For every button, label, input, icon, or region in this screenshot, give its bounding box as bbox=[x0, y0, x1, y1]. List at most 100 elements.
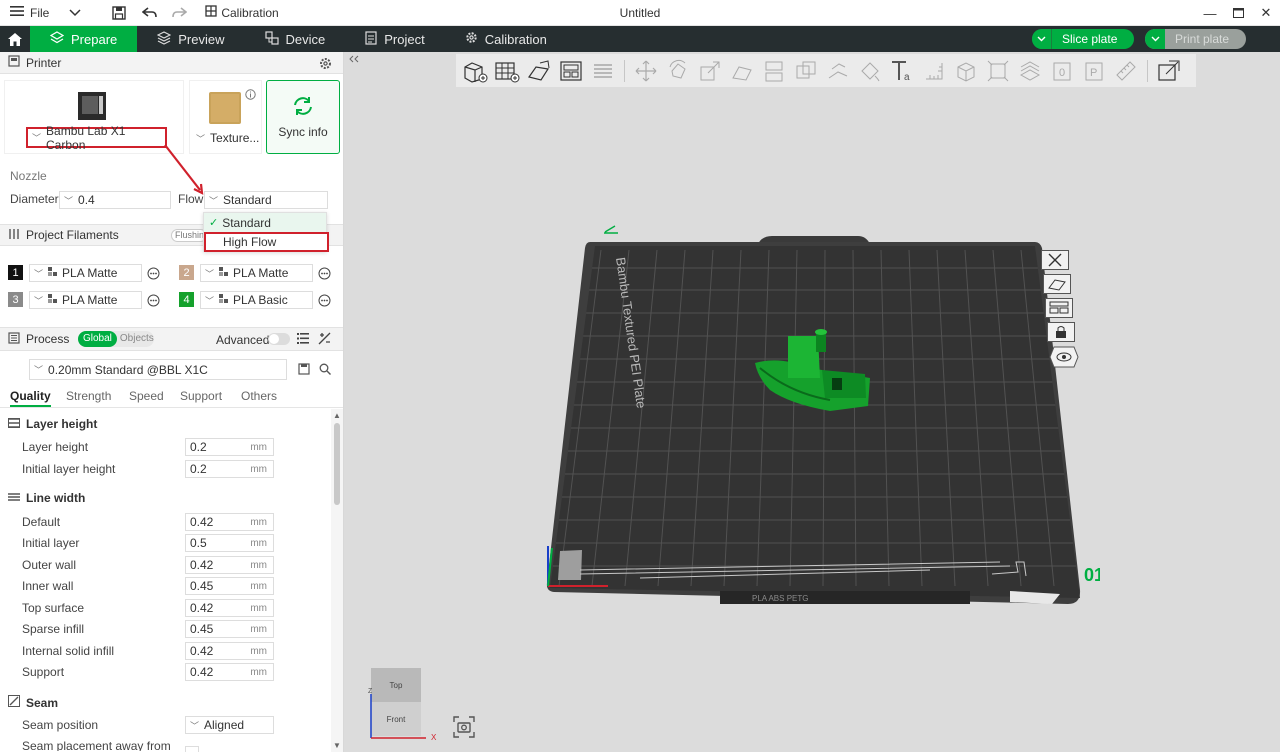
line-width-initial-layer-input[interactable]: 0.5 mm bbox=[185, 534, 274, 552]
save-preset-icon[interactable] bbox=[298, 363, 310, 378]
flow-select[interactable]: ﹀ Standard bbox=[204, 191, 328, 209]
move-icon[interactable] bbox=[631, 57, 661, 85]
camera-view-icon[interactable] bbox=[452, 715, 476, 742]
line-width-icon bbox=[8, 491, 20, 505]
flushing-volumes-button[interactable]: Flushin bbox=[171, 229, 207, 242]
process-preset-select[interactable]: ﹀ 0.20mm Standard @BBL X1C bbox=[29, 359, 287, 380]
layer-range-icon[interactable] bbox=[1015, 57, 1045, 85]
initial-layer-height-input[interactable]: 0.2 mm bbox=[185, 460, 274, 478]
home-icon[interactable] bbox=[0, 26, 30, 52]
flow-option-standard[interactable]: ✓ Standard bbox=[204, 213, 326, 232]
assembly-view-icon[interactable] bbox=[1154, 57, 1184, 85]
variable-layer-icon[interactable]: 0 bbox=[1047, 57, 1077, 85]
plate-settings-icon[interactable]: P bbox=[1079, 57, 1109, 85]
more-options-icon[interactable] bbox=[318, 267, 331, 283]
text-tool-icon[interactable]: a bbox=[887, 57, 917, 85]
settings-gear-icon[interactable] bbox=[319, 57, 332, 73]
tab-strength[interactable]: Strength bbox=[66, 389, 111, 403]
arrange-plate-icon[interactable] bbox=[1045, 298, 1073, 321]
add-plate-icon[interactable] bbox=[492, 57, 522, 85]
seam-position-select[interactable]: ﹀ Aligned bbox=[185, 716, 274, 734]
auto-orient-icon[interactable] bbox=[524, 57, 554, 85]
list-icon[interactable] bbox=[297, 333, 309, 347]
scrollbar[interactable]: ▲ ▼ bbox=[331, 409, 343, 752]
auto-orient-plate-icon[interactable] bbox=[1043, 274, 1071, 297]
chevron-down-icon[interactable] bbox=[1032, 29, 1052, 49]
scrollbar-thumb[interactable] bbox=[334, 423, 340, 505]
edit-plate-name-icon[interactable] bbox=[603, 222, 619, 237]
tab-device[interactable]: Device bbox=[245, 26, 346, 52]
close-icon[interactable]: ✕ bbox=[1252, 0, 1280, 26]
chevron-down-icon[interactable] bbox=[1145, 29, 1165, 49]
filament-select[interactable]: ﹀ PLA Basic bbox=[200, 291, 313, 309]
chevron-down-icon[interactable] bbox=[65, 3, 85, 23]
print-plate-button[interactable]: Print plate bbox=[1145, 29, 1246, 49]
color-paint-icon[interactable] bbox=[855, 57, 885, 85]
checkmark-icon: ✓ bbox=[209, 217, 219, 229]
tab-quality[interactable]: Quality bbox=[10, 389, 51, 407]
rotate-icon[interactable] bbox=[663, 57, 693, 85]
delete-plate-icon[interactable] bbox=[1041, 250, 1069, 273]
line-width-inner-wall-input[interactable]: 0.45 mm bbox=[185, 577, 274, 595]
support-paint-icon[interactable] bbox=[823, 57, 853, 85]
fit-view-icon[interactable] bbox=[983, 57, 1013, 85]
filament-select[interactable]: ﹀ PLA Matte bbox=[29, 291, 142, 309]
redo-icon[interactable] bbox=[169, 3, 189, 23]
filament-select[interactable]: ﹀ PLA Matte bbox=[29, 264, 142, 282]
seam-away-input[interactable] bbox=[185, 746, 199, 752]
calibration-menu[interactable]: Calibration bbox=[205, 5, 279, 20]
info-icon[interactable] bbox=[245, 89, 256, 103]
save-icon[interactable] bbox=[109, 3, 129, 23]
more-options-icon[interactable] bbox=[147, 267, 160, 283]
compare-icon[interactable] bbox=[318, 332, 331, 348]
chevron-down-icon: ﹀ bbox=[34, 365, 44, 375]
sync-info-button[interactable]: Sync info bbox=[266, 80, 340, 154]
file-menu[interactable]: File bbox=[10, 5, 49, 20]
collapse-sidebar-icon[interactable] bbox=[349, 55, 359, 65]
line-width-support-input[interactable]: 0.42 mm bbox=[185, 663, 274, 681]
more-options-icon[interactable] bbox=[147, 294, 160, 310]
tab-preview-label: Preview bbox=[178, 31, 225, 47]
line-width-default-input[interactable]: 0.42 mm bbox=[185, 513, 274, 531]
line-width-sparse-infill-input[interactable]: 0.45 mm bbox=[185, 620, 274, 638]
layer-height-input[interactable]: 0.2 mm bbox=[185, 438, 274, 456]
maximize-icon[interactable] bbox=[1224, 0, 1252, 26]
plate-settings-icon[interactable] bbox=[1049, 346, 1079, 371]
advanced-toggle[interactable] bbox=[268, 333, 290, 345]
cube-icon[interactable] bbox=[951, 57, 981, 85]
build-plate[interactable]: Bambu Textured PEI Plate PLA ABS PETG 01 bbox=[540, 228, 1100, 618]
search-icon[interactable] bbox=[319, 363, 331, 378]
global-objects-toggle[interactable]: Global Objects bbox=[78, 331, 154, 347]
tab-support[interactable]: Support bbox=[180, 389, 222, 403]
add-object-icon[interactable] bbox=[460, 57, 490, 85]
ruler-icon[interactable] bbox=[1111, 57, 1141, 85]
arrange-icon[interactable] bbox=[556, 57, 586, 85]
minimize-icon[interactable]: — bbox=[1196, 0, 1224, 26]
line-width-internal-solid-infill-input[interactable]: 0.42 mm bbox=[185, 642, 274, 660]
toggle-objects[interactable]: Objects bbox=[117, 331, 157, 347]
slice-plate-button[interactable]: Slice plate bbox=[1032, 29, 1134, 49]
lock-icon[interactable] bbox=[1047, 322, 1075, 345]
layers-view-icon[interactable] bbox=[588, 57, 618, 85]
tab-calibration[interactable]: Calibration bbox=[445, 26, 567, 52]
tab-project[interactable]: Project bbox=[345, 26, 444, 52]
lay-on-face-icon[interactable] bbox=[727, 57, 757, 85]
tab-preview[interactable]: Preview bbox=[137, 26, 244, 52]
toggle-global[interactable]: Global bbox=[78, 331, 117, 347]
more-options-icon[interactable] bbox=[318, 294, 331, 310]
printer-model-select[interactable]: ﹀ Bambu Lab X1 Carbon bbox=[26, 124, 167, 152]
tab-speed[interactable]: Speed bbox=[129, 389, 164, 403]
tab-prepare[interactable]: Prepare bbox=[30, 26, 138, 52]
measure-icon[interactable] bbox=[919, 57, 949, 85]
line-width-outer-wall-input[interactable]: 0.42 mm bbox=[185, 556, 274, 574]
nozzle-diameter-select[interactable]: ﹀ 0.4 bbox=[59, 191, 171, 209]
flow-option-high-flow[interactable]: High Flow bbox=[204, 232, 329, 252]
undo-icon[interactable] bbox=[139, 3, 159, 23]
scale-icon[interactable] bbox=[695, 57, 725, 85]
filament-select[interactable]: ﹀ PLA Matte bbox=[200, 264, 313, 282]
boolean-icon[interactable] bbox=[791, 57, 821, 85]
svg-text:0: 0 bbox=[1059, 67, 1065, 79]
cut-icon[interactable] bbox=[759, 57, 789, 85]
tab-others[interactable]: Others bbox=[241, 389, 277, 403]
line-width-top-surface-input[interactable]: 0.42 mm bbox=[185, 599, 274, 617]
